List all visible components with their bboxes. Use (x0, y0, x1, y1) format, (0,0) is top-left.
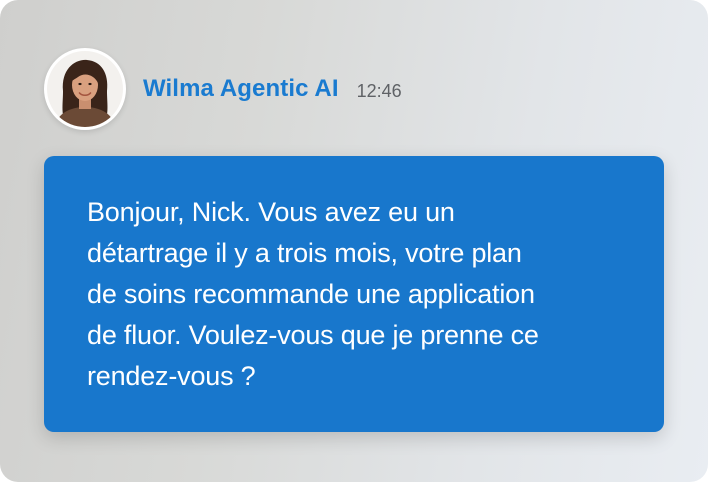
message-header: Wilma Agentic AI 12:46 (44, 46, 402, 132)
message-bubble: Bonjour, Nick. Vous avez eu un détartrag… (44, 156, 664, 432)
agent-name: Wilma Agentic AI (143, 75, 339, 102)
avatar (44, 48, 126, 130)
chat-message-card: Wilma Agentic AI 12:46 Bonjour, Nick. Vo… (0, 0, 708, 482)
message-line: Bonjour, Nick. Vous avez eu un (87, 197, 455, 227)
woman-portrait-avatar-icon (47, 51, 123, 127)
message-line: de fluor. Voulez-vous que je prenne ce (87, 320, 539, 350)
message-text: Bonjour, Nick. Vous avez eu un détartrag… (87, 192, 624, 397)
message-timestamp: 12:46 (356, 80, 402, 101)
message-line: détartrage il y a trois mois, votre plan (87, 238, 522, 268)
message-line: rendez-vous ? (87, 361, 256, 391)
message-line: de soins recommande une application (87, 279, 535, 309)
